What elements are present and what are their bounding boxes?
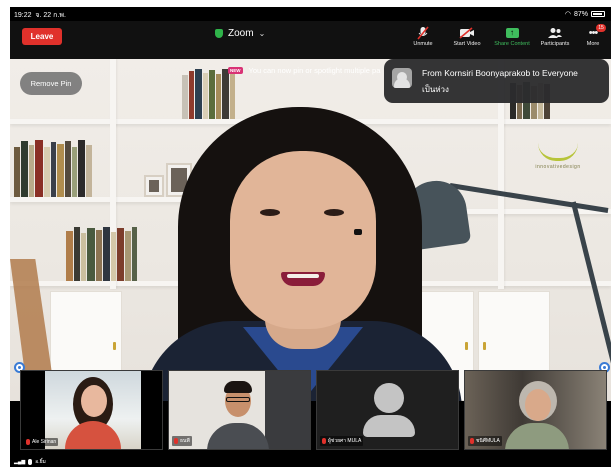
logo-text: innovativedesign xyxy=(535,164,581,170)
mic-muted-icon xyxy=(470,438,474,444)
wifi-icon: ◠ xyxy=(564,11,571,18)
participant-name-label: ธนพี xyxy=(172,436,192,446)
participant-hair xyxy=(224,381,252,393)
participant-thumbnails: Ale Sirinan ธนพี ผู้ช่วยศา MULA ชนิศีMUL… xyxy=(10,370,611,454)
signal-bars-icon: ▂▄▆ xyxy=(14,459,26,465)
meeting-title[interactable]: Zoom ⌄ xyxy=(215,28,265,39)
leaf-logo-icon xyxy=(538,143,578,161)
feature-notice: NEW You can now pin or spotlight multipl… xyxy=(228,66,380,75)
more-badge: 15 xyxy=(596,24,606,32)
battery-percent: 87% xyxy=(573,10,588,18)
mic-muted-icon xyxy=(174,438,178,444)
start-video-label: Start Video xyxy=(453,41,481,47)
participants-label: Participants xyxy=(540,41,570,47)
ios-status-bar: 19:22 จ. 22 ก.พ. ◠ 87% xyxy=(10,7,611,21)
participant-tile[interactable]: ชนิศีMULA xyxy=(464,370,607,450)
chat-notification-message: เป็นห่วง xyxy=(422,85,449,94)
presenter-eye xyxy=(324,209,344,216)
bottom-status-text: อ.ยิ้ม xyxy=(35,459,46,465)
books xyxy=(66,227,138,281)
zoom-app-window: 19:22 จ. 22 ก.พ. ◠ 87% Leave Zoom ⌄ Unmu… xyxy=(10,7,611,467)
leave-button[interactable]: Leave xyxy=(22,28,62,45)
participant-tile[interactable]: ธนพี xyxy=(168,370,311,450)
shield-icon xyxy=(215,29,223,38)
headset-mic-icon xyxy=(354,229,362,235)
brand-logo: innovativedesign xyxy=(518,143,598,183)
more-label: More xyxy=(586,41,600,47)
mic-muted-icon xyxy=(322,438,326,444)
chat-notification-title: From Kornsiri Boonyaprakob to Everyone xyxy=(422,68,578,78)
mic-muted-icon xyxy=(26,439,30,445)
video-off-icon xyxy=(449,25,485,41)
mic-icon xyxy=(28,459,33,465)
default-avatar-icon xyxy=(374,383,404,413)
share-content-label: Share Content xyxy=(494,41,530,47)
more-icon: ••• 15 xyxy=(582,24,606,41)
books xyxy=(14,139,93,197)
meeting-toolbar: Leave Zoom ⌄ Unmute Start Video ↑ Share … xyxy=(10,21,611,59)
status-right: ◠ 87% xyxy=(565,10,605,18)
battery-icon xyxy=(591,11,605,17)
avatar xyxy=(392,68,412,88)
participant-face xyxy=(81,385,107,417)
more-button[interactable]: ••• 15 More xyxy=(582,24,606,47)
feature-notice-text: You can now pin or spotlight multiple pa xyxy=(248,66,381,75)
main-video-feed[interactable]: innovativedesign xyxy=(10,59,611,401)
participant-tile[interactable]: Ale Sirinan xyxy=(20,370,163,450)
chevron-down-icon: ⌄ xyxy=(258,29,266,38)
photo-frame xyxy=(144,175,164,197)
start-video-button[interactable]: Start Video xyxy=(449,25,485,47)
share-screen-icon: ↑ xyxy=(505,28,519,38)
glasses-icon xyxy=(226,397,250,402)
new-badge: NEW xyxy=(228,67,243,74)
participant-body xyxy=(207,423,269,449)
participant-name-label: ผู้ช่วยศา MULA xyxy=(320,436,364,446)
participant-face xyxy=(525,389,551,421)
presenter-mouth xyxy=(281,272,325,286)
participant-tile[interactable]: ผู้ช่วยศา MULA xyxy=(316,370,459,450)
share-content-button[interactable]: ↑ Share Content xyxy=(489,25,535,47)
presenter-face xyxy=(230,151,376,329)
chat-notification[interactable]: From Kornsiri Boonyaprakob to Everyone เ… xyxy=(384,59,609,103)
bottom-status-bar: ▂▄▆ อ.ยิ้ม xyxy=(10,455,611,467)
participants-button[interactable]: Participants xyxy=(535,25,575,47)
participant-name-label: Ale Sirinan xyxy=(24,438,59,446)
participants-icon xyxy=(535,25,575,41)
unmute-button[interactable]: Unmute xyxy=(408,25,438,47)
mic-muted-icon xyxy=(408,25,438,41)
presenter-eye xyxy=(260,209,280,216)
unmute-label: Unmute xyxy=(413,41,433,47)
participant-name-label: ชนิศีMULA xyxy=(468,436,502,446)
status-time: 19:22 จ. 22 ก.พ. xyxy=(14,12,66,19)
meeting-title-text: Zoom xyxy=(228,28,254,39)
remove-pin-button[interactable]: Remove Pin xyxy=(20,72,82,95)
